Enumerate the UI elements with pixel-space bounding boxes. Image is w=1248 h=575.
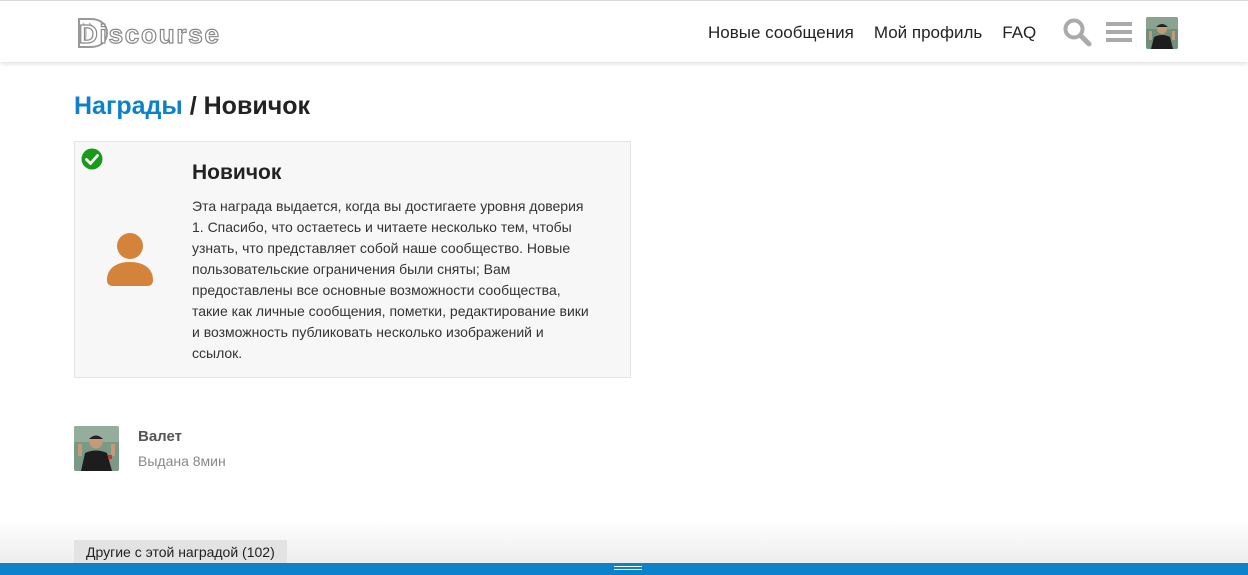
breadcrumb-current: Новичок bbox=[203, 92, 310, 120]
grip-handle-icon[interactable] bbox=[614, 566, 642, 571]
user-icon bbox=[107, 233, 153, 286]
badge-description: Эта награда выдается, когда вы достигает… bbox=[192, 198, 589, 361]
logo-text: Discourse bbox=[79, 19, 219, 49]
badge-card: Новичок Эта награда выдается, когда вы д… bbox=[74, 141, 631, 378]
site-header: Discourse Новые сообщения Мой профиль FA… bbox=[0, 0, 1248, 62]
discourse-logo[interactable]: Discourse bbox=[73, 11, 223, 53]
hamburger-menu-icon[interactable] bbox=[1106, 17, 1132, 47]
nav-new-posts[interactable]: Новые сообщения bbox=[708, 23, 854, 43]
breadcrumb-separator: / bbox=[189, 92, 197, 120]
granted-check-icon bbox=[81, 148, 103, 170]
page-title: Награды / Новичок bbox=[74, 92, 310, 121]
nav-faq[interactable]: FAQ bbox=[1002, 23, 1036, 43]
breadcrumb-badges-link[interactable]: Награды bbox=[74, 92, 183, 120]
main-nav: Новые сообщения Мой профиль FAQ bbox=[708, 23, 1056, 43]
badge-name: Новичок bbox=[192, 161, 282, 184]
search-icon[interactable] bbox=[1062, 17, 1092, 47]
granted-time: Выдана 8мин bbox=[138, 453, 226, 469]
nav-my-profile[interactable]: Мой профиль bbox=[874, 23, 982, 43]
granted-username[interactable]: Валет bbox=[138, 428, 182, 445]
current-user-avatar[interactable] bbox=[1146, 17, 1178, 49]
others-with-badge-button[interactable]: Другие с этой наградой (102) bbox=[74, 540, 287, 565]
bottom-resize-bar[interactable] bbox=[0, 563, 1248, 575]
granted-user-avatar[interactable] bbox=[74, 426, 119, 471]
